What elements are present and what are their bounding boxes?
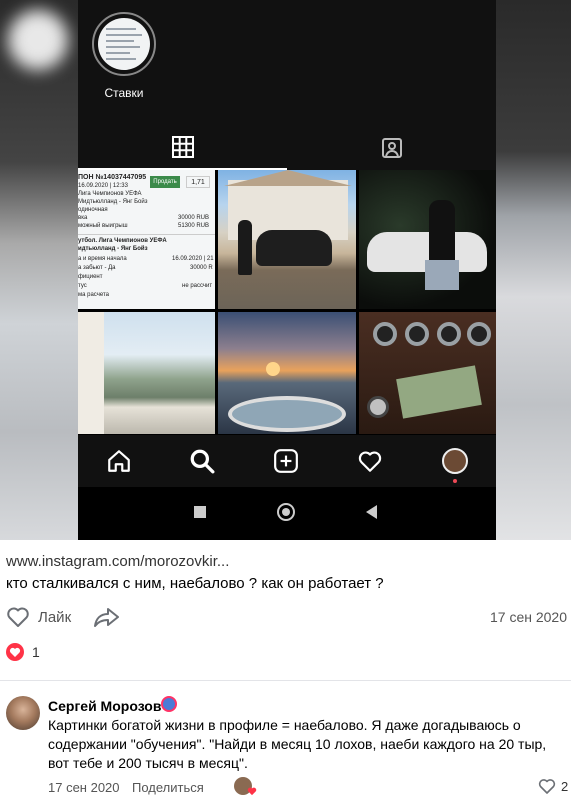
like-button[interactable]: Лайк: [6, 606, 71, 628]
post-link[interactable]: www.instagram.com/morozovkir...: [6, 553, 229, 570]
post-date[interactable]: 17 сен 2020: [490, 609, 567, 625]
tab-tagged[interactable]: [287, 125, 496, 170]
ticket-start-value: 16.09.2020 | 21: [172, 256, 214, 262]
ticket-stake-value: 30000 RUB: [178, 215, 210, 221]
heart-filled-icon: [6, 643, 24, 661]
ticket-sport: утбол. Лига Чемпионов УЕФА: [78, 238, 167, 244]
ticket-sell-button: Продать: [150, 176, 180, 188]
comment-text: Картинки богатой жизни в профиле = наеба…: [48, 717, 547, 771]
post-text: кто сталкивался с ним, наебалово ? как о…: [6, 575, 384, 592]
ticket-coef-label: фициент: [78, 274, 103, 280]
tab-grid[interactable]: [78, 125, 287, 170]
highlight-bets[interactable]: [92, 12, 156, 76]
ticket-match: Мидтьюлланд - Янг Бойз: [78, 199, 148, 205]
home-button-icon[interactable]: [277, 503, 295, 521]
photo-car-money[interactable]: [359, 312, 496, 434]
ticket-bet-value: 30000 R: [190, 265, 213, 271]
home-icon[interactable]: [105, 447, 133, 475]
post-actions: Лайк 17 сен 2020: [0, 602, 571, 632]
highlight-thumbnail: [98, 18, 150, 70]
share-arrow-icon: [94, 608, 119, 627]
share-button[interactable]: [94, 607, 120, 627]
highlight-label: Ставки: [104, 86, 144, 100]
comment-avatar[interactable]: [6, 696, 40, 730]
ticket-status-label: тус: [78, 283, 87, 289]
ticket-number: ПОН №14037447095: [78, 174, 147, 181]
notification-dot: [453, 479, 457, 483]
author-badge-icon: [161, 696, 177, 712]
android-nav-bar: [78, 487, 496, 540]
heart-outline-icon: [7, 607, 29, 627]
photo-balcony-view[interactable]: [78, 312, 215, 434]
comment-share-link[interactable]: Поделиться: [132, 780, 204, 795]
ticket-status-value: не рассчит: [182, 283, 213, 289]
ticket-kind: одиночная: [78, 207, 108, 213]
blurred-background-right: [496, 0, 571, 540]
blurred-background-left: [0, 0, 78, 540]
attached-screenshot[interactable]: Ставки ПОН №14037447095 16.09.2020 | 12:…: [0, 0, 571, 540]
comment-like-button[interactable]: 2: [538, 777, 568, 795]
activity-heart-icon[interactable]: [356, 447, 384, 475]
ticket-date: 16.09.2020 | 12:33: [78, 183, 128, 189]
tagged-person-icon: [381, 137, 402, 158]
like-label: Лайк: [38, 608, 72, 626]
search-icon[interactable]: [188, 447, 216, 475]
profile-tabs: [78, 125, 496, 170]
comment-date[interactable]: 17 сен 2020: [48, 780, 120, 795]
photo-night-car[interactable]: [359, 170, 496, 309]
ticket-start-label: а и время начала: [78, 256, 127, 262]
grid-icon: [171, 135, 194, 158]
heart-outline-icon: [538, 779, 556, 794]
comment-like-count: 2: [561, 778, 569, 794]
profile-avatar-icon[interactable]: [442, 448, 468, 474]
ticket-bet-label: а забьют - Да: [78, 265, 116, 271]
instagram-profile-screen: Ставки ПОН №14037447095 16.09.2020 | 12:…: [78, 0, 496, 540]
instagram-bottom-nav: [78, 435, 496, 487]
photo-house-car[interactable]: [218, 170, 356, 309]
photo-sunset-pool[interactable]: [218, 312, 356, 434]
ticket-match2: идтьюлланд - Янг Бойз: [78, 246, 148, 252]
photo-bet-ticket[interactable]: ПОН №14037447095 16.09.2020 | 12:33 Прод…: [78, 170, 215, 309]
likes-summary[interactable]: 1: [6, 642, 40, 662]
liker-heart-icon: [247, 787, 257, 796]
recents-icon[interactable]: [194, 506, 206, 518]
ticket-odds: 1,71: [186, 176, 210, 188]
ticket-calc-label: ма расчета: [78, 292, 110, 298]
photo-grid: ПОН №14037447095 16.09.2020 | 12:33 Прод…: [78, 170, 496, 435]
ticket-win-label: можный выигрыш: [78, 223, 128, 229]
ticket-league: Лига Чемпионов УЕФА: [78, 191, 142, 197]
comment-author[interactable]: Сергей Морозов: [48, 698, 161, 714]
ticket-win-value: 51300 RUB: [178, 223, 210, 229]
story-highlights: Ставки: [78, 0, 496, 125]
likes-count: 1: [32, 644, 40, 660]
divider: [0, 680, 571, 681]
back-icon[interactable]: [366, 505, 377, 519]
add-post-icon[interactable]: [272, 447, 300, 475]
ticket-stake-label: вка: [78, 215, 88, 221]
